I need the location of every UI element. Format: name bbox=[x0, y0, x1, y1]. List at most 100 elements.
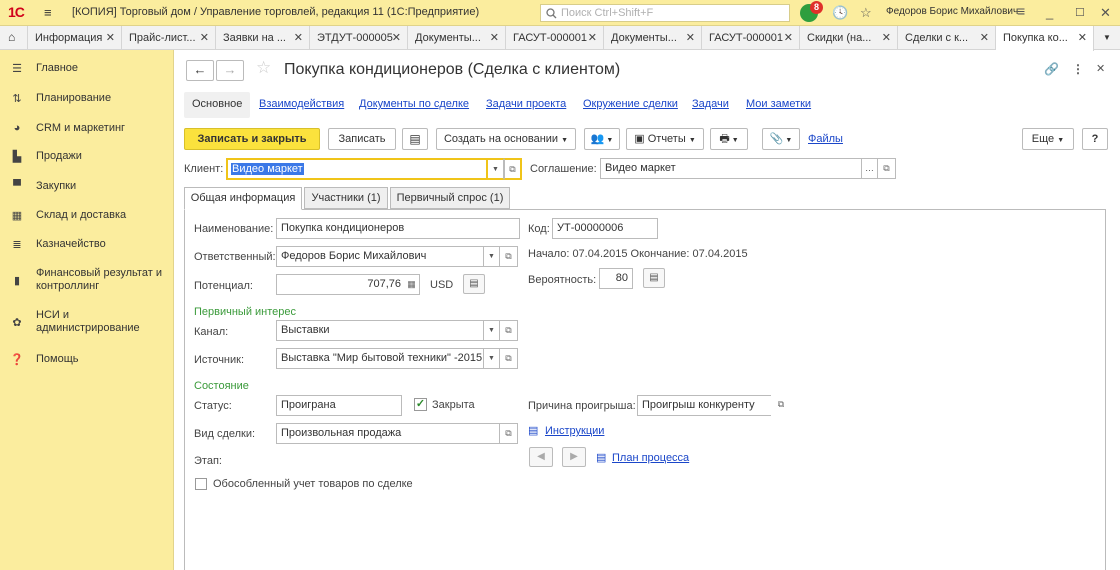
more-button[interactable]: Еще ▼ bbox=[1022, 128, 1074, 150]
tab-8[interactable]: ГАСУТ-000001 ✕ bbox=[702, 26, 800, 50]
calculate-potential-icon[interactable]: ▤ bbox=[463, 274, 485, 294]
current-user[interactable]: Федоров Борис Михайлович bbox=[886, 6, 1018, 17]
tab-10[interactable]: Сделки с к... ✕ bbox=[898, 26, 996, 50]
settings-menu-icon[interactable]: ≡ bbox=[1017, 3, 1025, 19]
close-icon[interactable]: ✕ bbox=[294, 31, 303, 44]
agreement-field[interactable]: Видео маркет bbox=[600, 158, 862, 179]
source-open-icon[interactable]: ⧉ bbox=[500, 348, 518, 369]
agreement-select-ellipsis-icon[interactable]: … bbox=[862, 158, 878, 179]
tab-label: ГАСУТ-000001 bbox=[513, 32, 587, 44]
tab-primary-demand[interactable]: Первичный спрос (1) bbox=[390, 187, 510, 209]
print-dropdown-button[interactable]: 🖶 ▼ bbox=[710, 128, 748, 150]
close-icon[interactable]: ✕ bbox=[490, 31, 499, 44]
close-window-icon[interactable]: ✕ bbox=[1100, 5, 1111, 21]
tab-participants[interactable]: Участники (1) bbox=[304, 187, 388, 209]
tab-4[interactable]: ЭТДУТ-000005 ✕ bbox=[310, 26, 408, 50]
client-field[interactable]: Видео маркет bbox=[226, 158, 488, 180]
nav-link-tasks[interactable]: Задачи bbox=[692, 98, 729, 110]
link-icon[interactable]: 🔗 bbox=[1044, 62, 1059, 76]
agreement-open-icon[interactable]: ⧉ bbox=[878, 158, 896, 179]
more-vertical-icon[interactable]: ⋮ bbox=[1072, 62, 1084, 76]
status-field[interactable]: Проиграна bbox=[276, 395, 402, 416]
loss-reason-open-icon[interactable]: ⧉ bbox=[771, 395, 791, 416]
responsible-dropdown-chevron-down-icon[interactable]: ▼ bbox=[484, 246, 500, 267]
document-list-icon[interactable]: ▤ bbox=[402, 128, 428, 150]
save-button[interactable]: Записать bbox=[328, 128, 396, 150]
tabs-overflow-chevron-down-icon[interactable]: ▼ bbox=[1094, 26, 1120, 50]
reports-button[interactable]: ▣ Отчеты ▼ bbox=[626, 128, 704, 150]
users-dropdown-button[interactable]: 👥 ▼ bbox=[584, 128, 620, 150]
close-icon[interactable]: ✕ bbox=[200, 31, 209, 44]
menu-icon[interactable]: ≡ bbox=[44, 5, 52, 20]
client-open-icon[interactable]: ⧉ bbox=[504, 158, 522, 180]
close-icon[interactable]: ✕ bbox=[1078, 31, 1087, 44]
report-icon: ▣ bbox=[634, 133, 645, 145]
tab-2[interactable]: Прайс-лист... ✕ bbox=[122, 26, 216, 50]
channel-dropdown-chevron-down-icon[interactable]: ▼ bbox=[484, 320, 500, 341]
deal-type-open-icon[interactable]: ⧉ bbox=[500, 423, 518, 444]
tab-11-active[interactable]: Покупка ко... ✕ bbox=[996, 26, 1094, 51]
minimize-icon[interactable]: _ bbox=[1046, 5, 1053, 20]
files-link[interactable]: Файлы bbox=[808, 133, 843, 145]
calculator-icon[interactable]: ▦ bbox=[404, 274, 420, 295]
source-field[interactable]: Выставка "Мир бытовой техники" -2015 bbox=[276, 348, 484, 369]
close-icon[interactable]: ✕ bbox=[392, 31, 401, 44]
source-dropdown-chevron-down-icon[interactable]: ▼ bbox=[484, 348, 500, 369]
close-icon[interactable]: ✕ bbox=[588, 31, 597, 44]
instructions-link[interactable]: Инструкции bbox=[545, 425, 604, 437]
client-dropdown-chevron-down-icon[interactable]: ▼ bbox=[488, 158, 504, 180]
channel-field[interactable]: Выставки bbox=[276, 320, 484, 341]
loss-reason-field[interactable]: Проигрыш конкуренту bbox=[637, 395, 771, 416]
tab-1[interactable]: Информация ✕ bbox=[28, 26, 122, 50]
nav-main[interactable]: Основное bbox=[192, 98, 242, 110]
search-icon bbox=[546, 8, 557, 19]
search-input[interactable]: Поиск Ctrl+Shift+F bbox=[540, 4, 790, 22]
deal-type-field[interactable]: Произвольная продажа bbox=[276, 423, 500, 444]
stage-back-arrow-icon[interactable]: ◀ bbox=[529, 447, 553, 467]
sidebar-item-label: Помощь bbox=[36, 353, 79, 365]
help-button[interactable]: ? bbox=[1082, 128, 1108, 150]
close-icon[interactable]: ✕ bbox=[980, 31, 989, 44]
tab-6[interactable]: ГАСУТ-000001 ✕ bbox=[506, 26, 604, 50]
nav-link-deal-environment[interactable]: Окружение сделки bbox=[583, 98, 678, 110]
close-form-icon[interactable]: ✕ bbox=[1096, 62, 1105, 75]
responsible-open-icon[interactable]: ⧉ bbox=[500, 246, 518, 267]
close-icon[interactable]: ✕ bbox=[106, 31, 115, 44]
home-icon[interactable]: ⌂ bbox=[0, 26, 28, 50]
close-icon[interactable]: ✕ bbox=[784, 31, 793, 44]
code-field[interactable]: УТ-00000006 bbox=[552, 218, 658, 239]
probability-field[interactable]: 80 bbox=[599, 268, 633, 289]
create-based-on-button[interactable]: Создать на основании ▼ bbox=[436, 128, 576, 150]
nav-link-project-tasks[interactable]: Задачи проекта bbox=[486, 98, 566, 110]
close-icon[interactable]: ✕ bbox=[882, 31, 891, 44]
save-and-close-button[interactable]: Записать и закрыть bbox=[184, 128, 320, 150]
separate-accounting-checkbox[interactable] bbox=[195, 478, 207, 490]
closed-checkbox[interactable]: ✓ bbox=[414, 398, 427, 411]
tab-general-info[interactable]: Общая информация bbox=[184, 187, 302, 210]
close-icon[interactable]: ✕ bbox=[686, 31, 695, 44]
nav-link-my-notes[interactable]: Мои заметки bbox=[746, 98, 811, 110]
sidebar-item-label: Закупки bbox=[36, 180, 77, 192]
sidebar-item-label-line1: Финансовый результат и bbox=[36, 267, 162, 279]
calculate-probability-icon[interactable]: ▤ bbox=[643, 268, 665, 288]
process-plan-link[interactable]: План процесса bbox=[612, 452, 689, 464]
channel-open-icon[interactable]: ⧉ bbox=[500, 320, 518, 341]
favorites-star-icon[interactable]: ☆ bbox=[860, 5, 872, 21]
tab-5[interactable]: Документы... ✕ bbox=[408, 26, 506, 50]
tab-7[interactable]: Документы... ✕ bbox=[604, 26, 702, 50]
favorite-star-icon[interactable]: ☆ bbox=[256, 58, 271, 78]
attachments-dropdown-button[interactable]: 📎 ▼ bbox=[762, 128, 800, 150]
stage-forward-arrow-icon[interactable]: ▶ bbox=[562, 447, 586, 467]
tab-9[interactable]: Скидки (на... ✕ bbox=[800, 26, 898, 50]
probability-label: Вероятность: bbox=[528, 274, 597, 286]
nav-link-deal-documents[interactable]: Документы по сделке bbox=[359, 98, 469, 110]
nav-link-interactions[interactable]: Взаимодействия bbox=[259, 98, 344, 110]
maximize-icon[interactable]: ☐ bbox=[1075, 6, 1085, 19]
forward-arrow-button[interactable]: → bbox=[216, 60, 244, 81]
back-arrow-button[interactable]: ← bbox=[186, 60, 214, 81]
potential-field[interactable]: 707,76 bbox=[276, 274, 406, 295]
tab-3[interactable]: Заявки на ... ✕ bbox=[216, 26, 310, 50]
name-field[interactable]: Покупка кондиционеров bbox=[276, 218, 520, 239]
responsible-field[interactable]: Федоров Борис Михайлович bbox=[276, 246, 484, 267]
history-icon[interactable]: 🕓 bbox=[832, 5, 848, 21]
